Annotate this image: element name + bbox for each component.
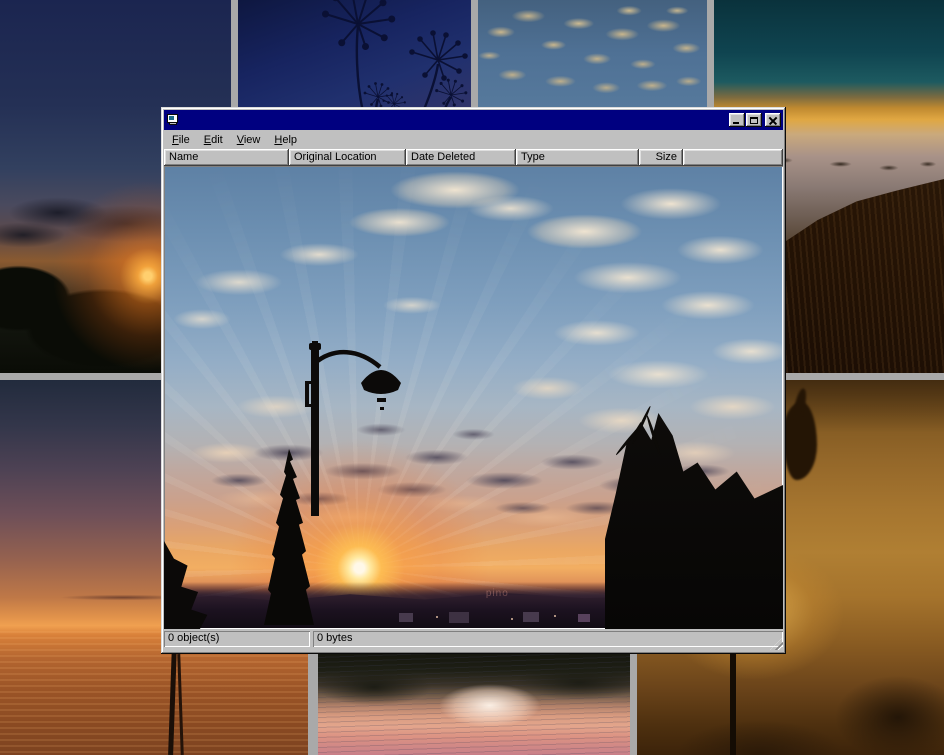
title-bar[interactable]: [164, 110, 783, 130]
column-header-size[interactable]: Size: [639, 149, 683, 166]
menu-bar: File Edit View Help: [164, 130, 783, 149]
wallpaper-photo-cloud-flecked-sky: [478, 0, 707, 107]
city-light: [511, 618, 513, 620]
computer-icon: [166, 114, 180, 127]
menu-item-help[interactable]: Help: [267, 132, 304, 148]
minimize-icon: [733, 122, 739, 124]
column-header-date-deleted[interactable]: Date Deleted: [406, 149, 516, 166]
column-header-type[interactable]: Type: [516, 149, 639, 166]
city-light: [554, 615, 556, 617]
building-shape: [523, 612, 539, 622]
minimize-button[interactable]: [729, 113, 745, 127]
street-lamp-silhouette: [304, 341, 424, 516]
wallpaper-photo-plant-silhouettes: [238, 0, 471, 110]
desktop-background: File Edit View Help Name Original Locati…: [0, 0, 944, 755]
menu-item-edit[interactable]: Edit: [197, 132, 230, 148]
column-header-empty[interactable]: [683, 149, 783, 166]
close-icon: [769, 117, 777, 124]
column-header-original-location[interactable]: Original Location: [289, 149, 406, 166]
status-objects: 0 object(s): [164, 631, 310, 647]
menu-item-file[interactable]: File: [165, 132, 197, 148]
list-view-area[interactable]: pino: [164, 166, 783, 629]
wallpaper-photo-pink-water-reflection: [318, 652, 630, 755]
window-controls: [728, 113, 781, 127]
close-button[interactable]: [765, 113, 781, 127]
maximize-button[interactable]: [746, 113, 762, 127]
status-bar: 0 object(s) 0 bytes: [164, 629, 783, 651]
column-header-name[interactable]: Name: [164, 149, 289, 166]
photo-watermark: pino: [486, 588, 509, 599]
pole-silhouette: [730, 646, 736, 755]
recycle-bin-window: File Edit View Help Name Original Locati…: [161, 107, 786, 654]
building-shape: [449, 612, 469, 623]
menu-item-view[interactable]: View: [230, 132, 268, 148]
base-shape: [169, 123, 177, 125]
column-headers: Name Original Location Date Deleted Type…: [164, 149, 783, 166]
building-shape: [399, 613, 413, 622]
building-shape: [578, 614, 590, 622]
plant-silhouette-graphic: [238, 0, 471, 110]
city-light: [436, 616, 438, 618]
status-bytes: 0 bytes: [313, 631, 783, 647]
maximize-icon: [750, 117, 758, 124]
screen-shape: [169, 116, 174, 120]
